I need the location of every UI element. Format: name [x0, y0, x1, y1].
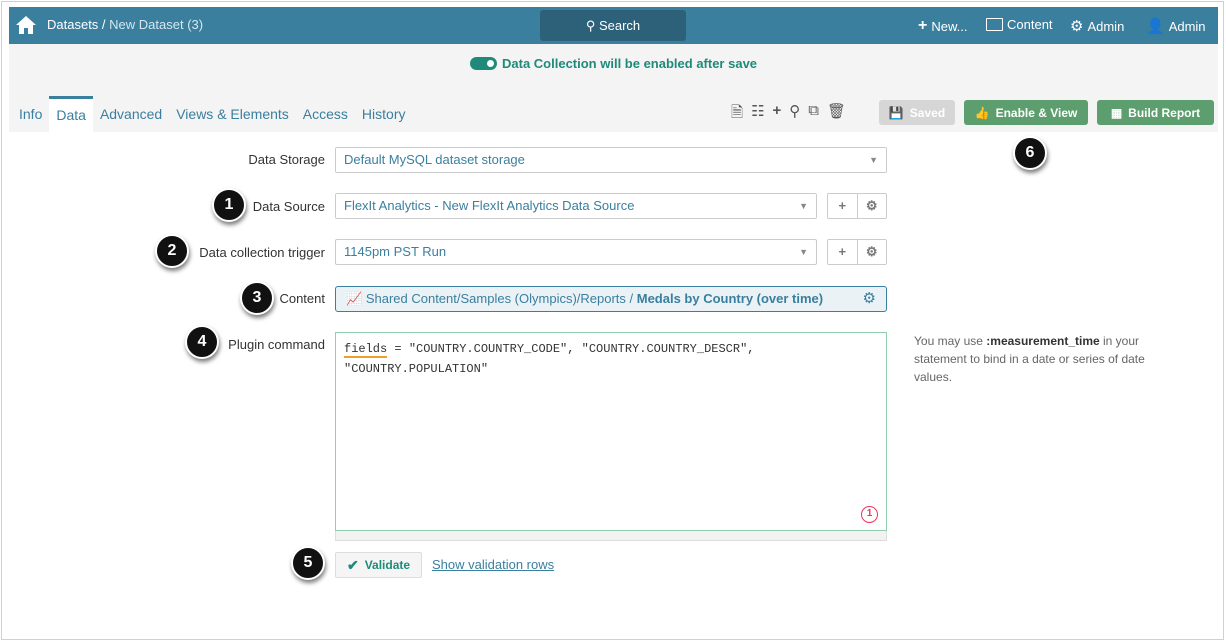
validate-button[interactable]: ✔ Validate: [335, 552, 422, 578]
copy-icon[interactable]: ⧉: [808, 102, 819, 127]
data-source-label: Data Source: [252, 199, 325, 214]
trigger-value: 1145pm PST Run: [344, 244, 447, 259]
gear-icon: ⚙: [1070, 18, 1084, 35]
enable-view-button[interactable]: 👍 Enable & View: [964, 100, 1088, 125]
content-settings-icon[interactable]: ⚙: [863, 287, 876, 311]
trigger-settings-button[interactable]: ⚙: [856, 240, 887, 264]
data-source-value: FlexIt Analytics - New FlexIt Analytics …: [344, 198, 635, 213]
tab-history[interactable]: History: [355, 96, 413, 132]
code-line-2: "COUNTRY.POPULATION": [344, 362, 489, 376]
trash-icon[interactable]: 🗑: [827, 102, 846, 127]
plugin-command-label: Plugin command: [228, 337, 325, 352]
trigger-label: Data collection trigger: [199, 245, 325, 260]
trigger-select[interactable]: 1145pm PST Run ▼: [335, 239, 817, 265]
chart-icon: 📈: [346, 291, 363, 306]
tab-info[interactable]: Info: [12, 96, 49, 132]
tab-advanced[interactable]: Advanced: [93, 96, 169, 132]
data-collection-notice: Data Collection will be enabled after sa…: [470, 56, 757, 71]
step-marker-4: 4: [185, 325, 219, 359]
admin-settings-label: Admin: [1087, 18, 1125, 34]
build-report-label: Build Report: [1128, 105, 1201, 120]
add-data-source-button[interactable]: +: [828, 194, 857, 218]
search-button[interactable]: ⚲ Search: [540, 10, 686, 41]
step-marker-2: 2: [155, 234, 189, 268]
action-icons: 🗎 ☷ + ⚲ ⧉ 🗑: [731, 102, 846, 127]
plugin-command-editor[interactable]: fields = "COUNTRY.COUNTRY_CODE", "COUNTR…: [335, 332, 887, 531]
step-marker-5: 5: [291, 546, 325, 580]
hint-text: You may use: [914, 334, 987, 348]
notice-text: Data Collection will be enabled after sa…: [502, 56, 758, 71]
user-icon: 👤: [1146, 18, 1165, 35]
data-storage-value: Default MySQL dataset storage: [344, 152, 525, 167]
new-button[interactable]: + New...: [918, 17, 967, 35]
saved-button[interactable]: 💾 Saved: [879, 100, 955, 125]
data-source-settings-button[interactable]: ⚙: [856, 194, 887, 218]
chevron-down-icon: ▼: [869, 155, 878, 165]
checkmark-icon: ✔: [346, 556, 359, 573]
content-path: Shared Content/Samples (Olympics)/Report…: [365, 291, 637, 306]
new-label: New...: [931, 18, 968, 34]
show-validation-rows-link[interactable]: Show validation rows: [432, 557, 554, 572]
content-name: Medals by Country (over time): [636, 291, 824, 306]
toolbar-band: Data Collection will be enabled after sa…: [9, 44, 1218, 132]
saved-label: Saved: [909, 105, 946, 120]
user-label: Admin: [1168, 18, 1206, 34]
thumbs-up-icon: 👍: [974, 105, 990, 120]
save-icon: 💾: [888, 105, 904, 120]
hierarchy-icon[interactable]: ☷: [751, 102, 764, 127]
chevron-down-icon: ▼: [799, 247, 808, 257]
content-button[interactable]: Content: [986, 17, 1053, 32]
data-source-select[interactable]: FlexIt Analytics - New FlexIt Analytics …: [335, 193, 817, 219]
plugin-hint: You may use :measurement_time in your st…: [914, 332, 1184, 386]
trigger-actions: + ⚙: [827, 239, 887, 265]
report-icon: ▦: [1110, 105, 1123, 120]
plus-icon: +: [918, 17, 928, 34]
data-storage-label: Data Storage: [248, 152, 325, 167]
add-trigger-button[interactable]: +: [828, 240, 857, 264]
step-marker-6: 6: [1013, 136, 1047, 170]
document-icon[interactable]: 🗎: [731, 102, 743, 127]
data-collection-toggle[interactable]: [470, 57, 497, 70]
breadcrumb-datasets[interactable]: Datasets: [47, 17, 98, 32]
step-marker-3: 3: [240, 281, 274, 315]
breadcrumb-separator: /: [98, 17, 110, 32]
home-icon[interactable]: [15, 15, 37, 35]
search-label: Search: [598, 18, 641, 33]
error-count-badge[interactable]: 1: [861, 506, 878, 523]
tab-bar: Info Data Advanced Views & Elements Acce…: [12, 96, 412, 132]
validate-label: Validate: [364, 558, 411, 572]
user-menu-button[interactable]: 👤 Admin: [1146, 17, 1206, 35]
hint-param: :measurement_time: [986, 334, 1100, 348]
tab-access[interactable]: Access: [296, 96, 355, 132]
content-label: Content: [1007, 17, 1053, 32]
data-storage-select[interactable]: Default MySQL dataset storage ▼: [335, 147, 887, 173]
code-keyword: fields: [344, 342, 388, 358]
top-nav-bar: Datasets / New Dataset (3) ⚲ Search + New…: [9, 7, 1218, 44]
content-label: Content: [279, 291, 325, 306]
breadcrumb-current: New Dataset (3): [109, 17, 204, 32]
search-icon[interactable]: ⚲: [789, 102, 800, 127]
search-icon: ⚲: [585, 18, 596, 33]
code-line-1: = "COUNTRY.COUNTRY_CODE", "COUNTRY.COUNT…: [387, 342, 755, 356]
step-marker-1: 1: [212, 188, 246, 222]
admin-settings-button[interactable]: ⚙ Admin: [1070, 17, 1124, 35]
build-report-button[interactable]: ▦ Build Report: [1097, 100, 1214, 125]
plus-icon[interactable]: +: [773, 102, 782, 127]
breadcrumb: Datasets / New Dataset (3): [47, 17, 203, 32]
tab-views-elements[interactable]: Views & Elements: [169, 96, 296, 132]
enable-view-label: Enable & View: [995, 105, 1078, 120]
editor-resize-handle[interactable]: [335, 531, 887, 541]
folder-icon: [986, 18, 1003, 31]
chevron-down-icon: ▼: [799, 201, 808, 211]
tab-data[interactable]: Data: [49, 96, 93, 132]
data-source-actions: + ⚙: [827, 193, 887, 219]
content-selector[interactable]: 📈 Shared Content/Samples (Olympics)/Repo…: [335, 286, 887, 312]
